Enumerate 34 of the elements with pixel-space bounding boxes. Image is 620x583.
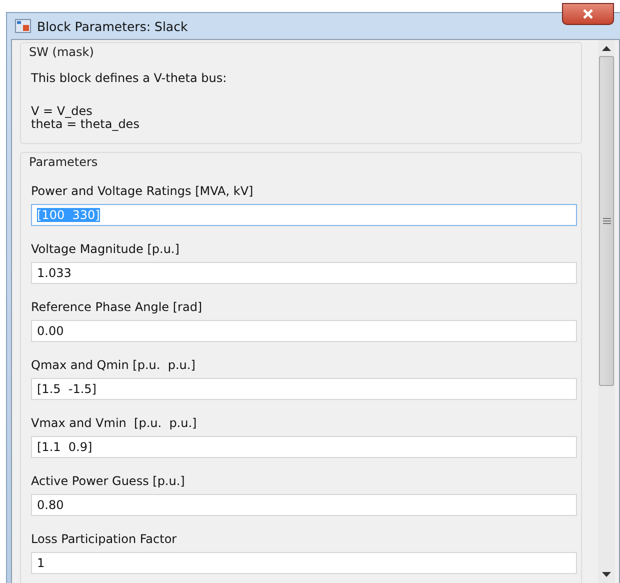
field-label: Loss Participation Factor	[31, 532, 178, 546]
field-value: 0.80	[37, 498, 64, 512]
field-label: Power and Voltage Ratings [MVA, kV]	[31, 184, 254, 198]
grip-icon	[602, 218, 610, 224]
scroll-up-icon[interactable]	[602, 46, 611, 51]
field-value: [1.1 0.9]	[37, 440, 92, 454]
field-label: Voltage Magnitude [p.u.]	[31, 242, 180, 256]
input-field[interactable]: [1.1 0.9]	[31, 436, 577, 458]
input-field[interactable]: 0.00	[31, 320, 577, 342]
equation-text: theta = theta_des	[31, 118, 140, 131]
field-label: Reference Phase Angle [rad]	[31, 300, 204, 314]
close-button[interactable]	[562, 3, 614, 25]
field-label: Active Power Guess [p.u.]	[31, 474, 186, 488]
group-title: Parameters	[29, 155, 99, 169]
input-field[interactable]: 0.80	[31, 494, 577, 516]
field-label: Vmax and Vmin [p.u. p.u.]	[31, 416, 198, 430]
equation-text: V = V_des	[31, 105, 94, 118]
group-title: SW (mask)	[29, 45, 95, 59]
input-field[interactable]: 1	[31, 552, 577, 574]
field-value: 0.00	[37, 324, 64, 338]
field-value: [1.5 -1.5]	[37, 382, 96, 396]
input-field[interactable]: [1.5 -1.5]	[31, 378, 577, 400]
scrollbar[interactable]	[598, 40, 615, 583]
window-title: Block Parameters: Slack	[37, 18, 188, 34]
field-value: 1	[37, 556, 45, 570]
scroll-thumb[interactable]	[599, 56, 614, 386]
input-field[interactable]: 1.033	[31, 262, 577, 284]
close-icon	[582, 9, 594, 19]
scroll-down-icon[interactable]	[602, 572, 611, 577]
description-text: This block defines a V-theta bus:	[31, 71, 228, 85]
field-value: 1.033	[37, 266, 72, 280]
field-label: Qmax and Qmin [p.u. p.u.]	[31, 358, 196, 372]
field-value: [100 330]	[37, 208, 100, 222]
block-icon	[15, 19, 31, 33]
